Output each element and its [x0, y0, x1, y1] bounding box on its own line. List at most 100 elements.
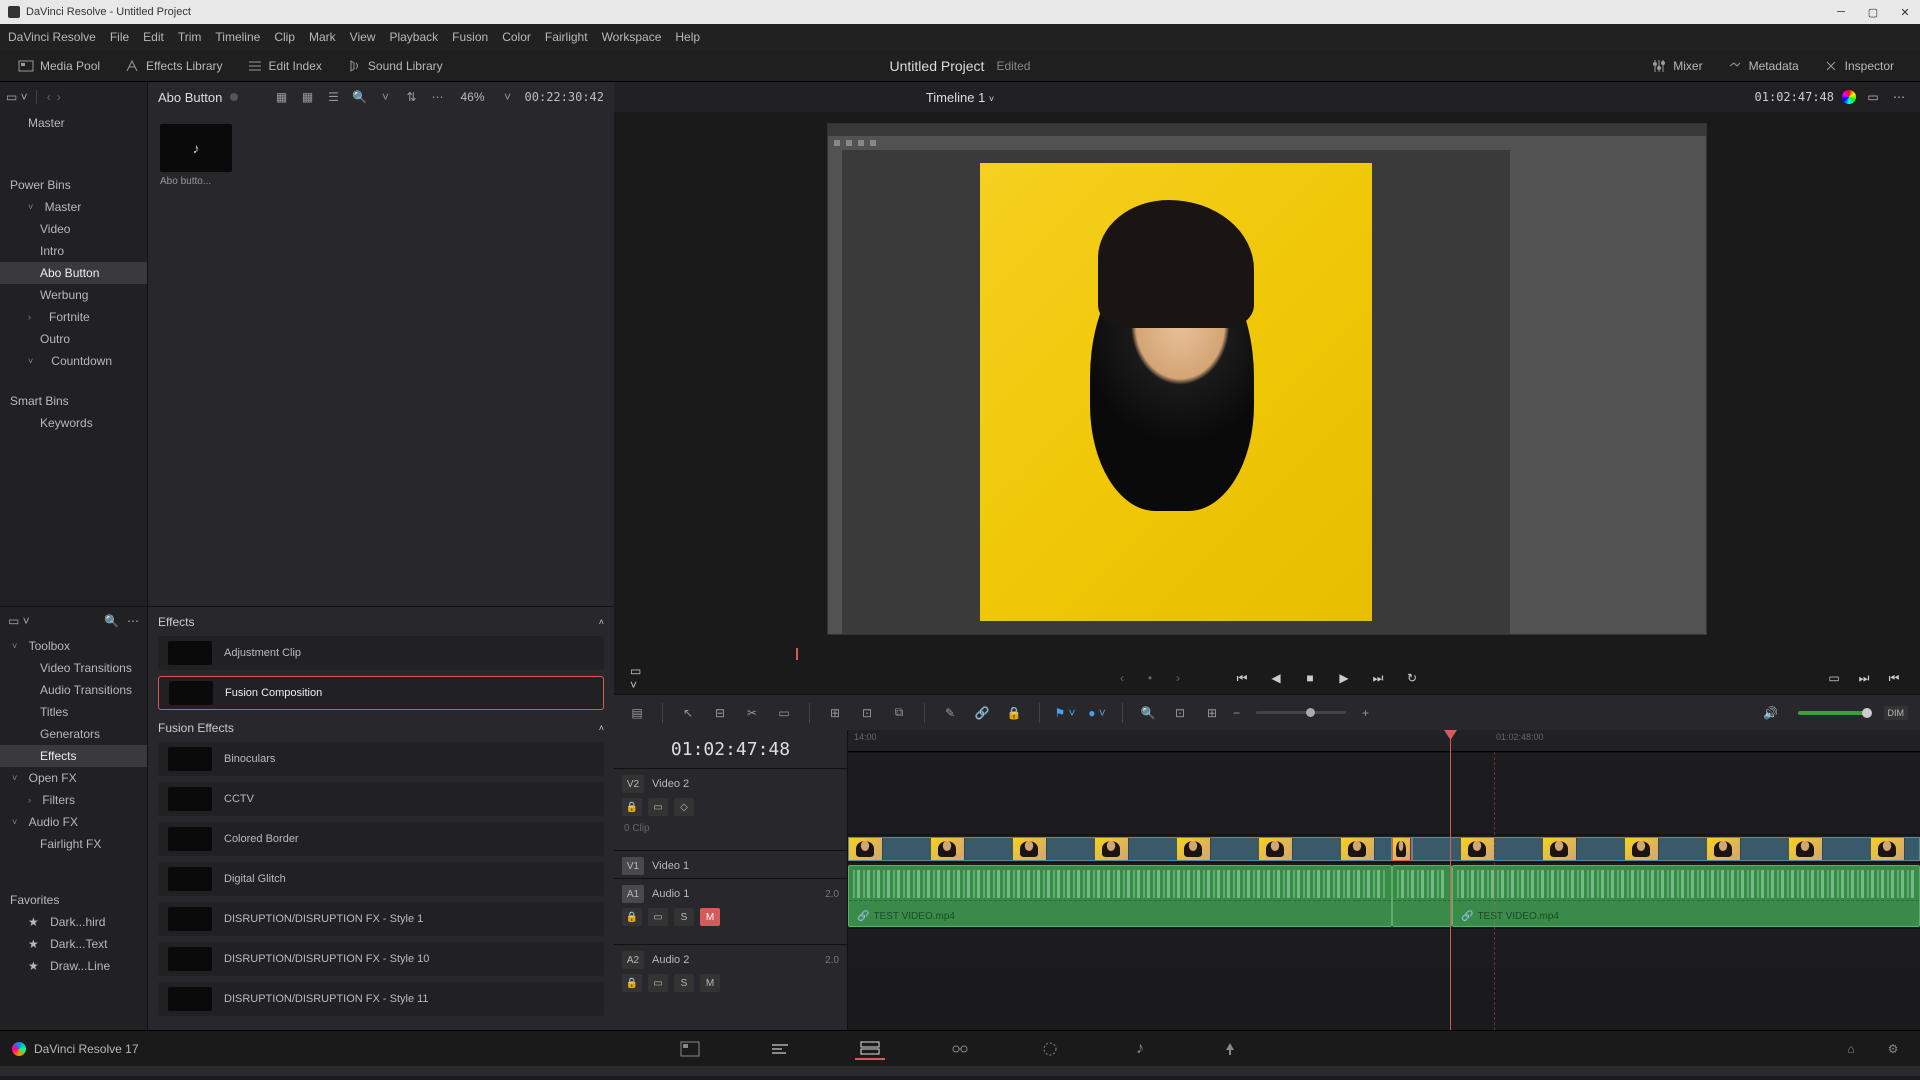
- media-pool-toggle[interactable]: Media Pool: [10, 54, 108, 78]
- home-button[interactable]: ⌂: [1836, 1038, 1866, 1060]
- audio-clip-small[interactable]: [1392, 865, 1452, 927]
- bin-video[interactable]: Video: [0, 218, 147, 240]
- mute-button[interactable]: M: [700, 974, 720, 992]
- flag-icon[interactable]: ⚑ ˅: [1054, 702, 1076, 724]
- video-clip-2[interactable]: [1412, 837, 1920, 861]
- fx-adjustment-clip[interactable]: Adjustment Clip: [158, 636, 604, 670]
- clip-thumbnail[interactable]: ♪ Abo butto...: [160, 124, 232, 187]
- video-clip-selected[interactable]: [1392, 837, 1412, 861]
- toolbox-header[interactable]: ˅ Toolbox: [0, 635, 147, 657]
- nav-fwd-icon[interactable]: ›: [57, 90, 61, 104]
- audio-clip-1[interactable]: 🔗TEST VIDEO.mp4: [848, 865, 1392, 927]
- menu-edit[interactable]: Edit: [143, 30, 164, 44]
- metadata-toggle[interactable]: Metadata: [1719, 54, 1807, 78]
- fx-effects[interactable]: Effects: [0, 745, 147, 767]
- next-frame-button[interactable]: ⏭: [1368, 668, 1388, 688]
- track-head-a2[interactable]: A2Audio 22.0 🔒▭SM: [614, 944, 847, 984]
- fx-generators[interactable]: Generators: [0, 723, 147, 745]
- menu-help[interactable]: Help: [675, 30, 700, 44]
- selection-tool[interactable]: ↖: [677, 702, 699, 724]
- loop-button[interactable]: ↻: [1402, 668, 1422, 688]
- bin-countdown[interactable]: ˅ Countdown: [0, 350, 147, 372]
- sort-icon[interactable]: ⇅: [402, 88, 420, 106]
- volume-slider[interactable]: [1798, 711, 1868, 715]
- options-icon[interactable]: ⋯: [428, 88, 446, 106]
- more-icon[interactable]: ⋯: [127, 614, 139, 628]
- track-head-v1[interactable]: V1Video 1: [614, 850, 847, 878]
- track-a2[interactable]: [848, 928, 1920, 968]
- fx-audio-transitions[interactable]: Audio Transitions: [0, 679, 147, 701]
- color-wheel-icon[interactable]: [1842, 90, 1856, 104]
- view-thumb-icon[interactable]: ▦: [298, 88, 316, 106]
- overwrite-clip-icon[interactable]: ⊡: [856, 702, 878, 724]
- insert-clip-icon[interactable]: ⊞: [824, 702, 846, 724]
- dynamic-trim-icon[interactable]: ✎: [939, 702, 961, 724]
- first-frame-button[interactable]: ⏮: [1232, 668, 1252, 688]
- menu-fusion[interactable]: Fusion: [452, 30, 488, 44]
- insert-tool[interactable]: ▭: [773, 702, 795, 724]
- track-head-v2[interactable]: V2Video 2 🔒▭◇ 0 Clip: [614, 768, 847, 850]
- solo-button[interactable]: S: [674, 974, 694, 992]
- blade-tool[interactable]: ✂: [741, 702, 763, 724]
- menu-workspace[interactable]: Workspace: [602, 30, 662, 44]
- nav-back-icon[interactable]: ‹: [47, 90, 51, 104]
- bin-outro[interactable]: Outro: [0, 328, 147, 350]
- bin-fortnite[interactable]: › Fortnite: [0, 306, 147, 328]
- keyframe-dot-icon[interactable]: •: [1140, 668, 1160, 688]
- fx-video-transitions[interactable]: Video Transitions: [0, 657, 147, 679]
- power-bins-header[interactable]: Power Bins: [0, 170, 147, 196]
- search-icon[interactable]: 🔍: [350, 88, 368, 106]
- link-icon[interactable]: 🔗: [971, 702, 993, 724]
- fx-options-icon[interactable]: ▭ ˅: [8, 614, 30, 628]
- fusion-page[interactable]: [945, 1038, 975, 1060]
- fx-disruption-1[interactable]: DISRUPTION/DISRUPTION FX - Style 1: [158, 902, 604, 936]
- fx-digital-glitch[interactable]: Digital Glitch: [158, 862, 604, 896]
- fx-disruption-11[interactable]: DISRUPTION/DISRUPTION FX - Style 11: [158, 982, 604, 1016]
- menu-color[interactable]: Color: [502, 30, 531, 44]
- favorites-header[interactable]: Favorites: [0, 885, 147, 911]
- track-enable-icon[interactable]: ▭: [648, 908, 668, 926]
- track-enable-icon[interactable]: ▭: [648, 974, 668, 992]
- dim-button[interactable]: DIM: [1884, 706, 1909, 720]
- match-frame-icon[interactable]: ▭: [1824, 668, 1844, 688]
- viewer-canvas[interactable]: [614, 112, 1920, 646]
- fx-fairlight[interactable]: Fairlight FX: [0, 833, 147, 855]
- zoom-custom-icon[interactable]: ⊞: [1201, 702, 1223, 724]
- mixer-toggle[interactable]: Mixer: [1643, 54, 1710, 78]
- volume-icon[interactable]: 🔊: [1760, 702, 1782, 724]
- maximize-button[interactable]: ▢: [1866, 5, 1880, 19]
- track-v1-id[interactable]: V1: [622, 857, 644, 875]
- fav-3[interactable]: ★ Draw...Line: [0, 955, 147, 977]
- next-keyframe-icon[interactable]: ›: [1168, 668, 1188, 688]
- bin-power-master[interactable]: ˅ Master: [0, 196, 147, 218]
- lock-icon[interactable]: 🔒: [1003, 702, 1025, 724]
- trim-tool[interactable]: ⊟: [709, 702, 731, 724]
- search-icon[interactable]: 🔍: [104, 614, 119, 628]
- menu-view[interactable]: View: [350, 30, 376, 44]
- menu-clip[interactable]: Clip: [274, 30, 295, 44]
- effects-library-toggle[interactable]: Effects Library: [116, 54, 230, 78]
- track-a1-id[interactable]: A1: [622, 885, 644, 903]
- track-v2-id[interactable]: V2: [622, 775, 644, 793]
- fx-titles[interactable]: Titles: [0, 701, 147, 723]
- fx-cctv[interactable]: CCTV: [158, 782, 604, 816]
- viewer-mode-icon[interactable]: ▭ ˅: [630, 668, 650, 688]
- audiofx-header[interactable]: ˅ Audio FX: [0, 811, 147, 833]
- fx-disruption-10[interactable]: DISRUPTION/DISRUPTION FX - Style 10: [158, 942, 604, 976]
- fx-filters[interactable]: › Filters: [0, 789, 147, 811]
- bin-intro[interactable]: Intro: [0, 240, 147, 262]
- deliver-page[interactable]: [1215, 1038, 1245, 1060]
- play-button[interactable]: ▶: [1334, 668, 1354, 688]
- lock-icon[interactable]: 🔒: [622, 908, 642, 926]
- bin-keywords[interactable]: Keywords: [0, 412, 147, 434]
- fx-section-effects[interactable]: Effects˄: [148, 607, 614, 633]
- menu-davinci[interactable]: DaVinci Resolve: [8, 30, 96, 44]
- menu-fairlight[interactable]: Fairlight: [545, 30, 588, 44]
- solo-button[interactable]: S: [674, 908, 694, 926]
- single-viewer-icon[interactable]: ▭: [1864, 88, 1882, 106]
- menu-mark[interactable]: Mark: [309, 30, 336, 44]
- minimize-button[interactable]: ─: [1834, 5, 1848, 19]
- chevron-down-icon[interactable]: ˅: [499, 88, 517, 106]
- replace-clip-icon[interactable]: ⧉: [888, 702, 910, 724]
- fav-2[interactable]: ★ Dark...Text: [0, 933, 147, 955]
